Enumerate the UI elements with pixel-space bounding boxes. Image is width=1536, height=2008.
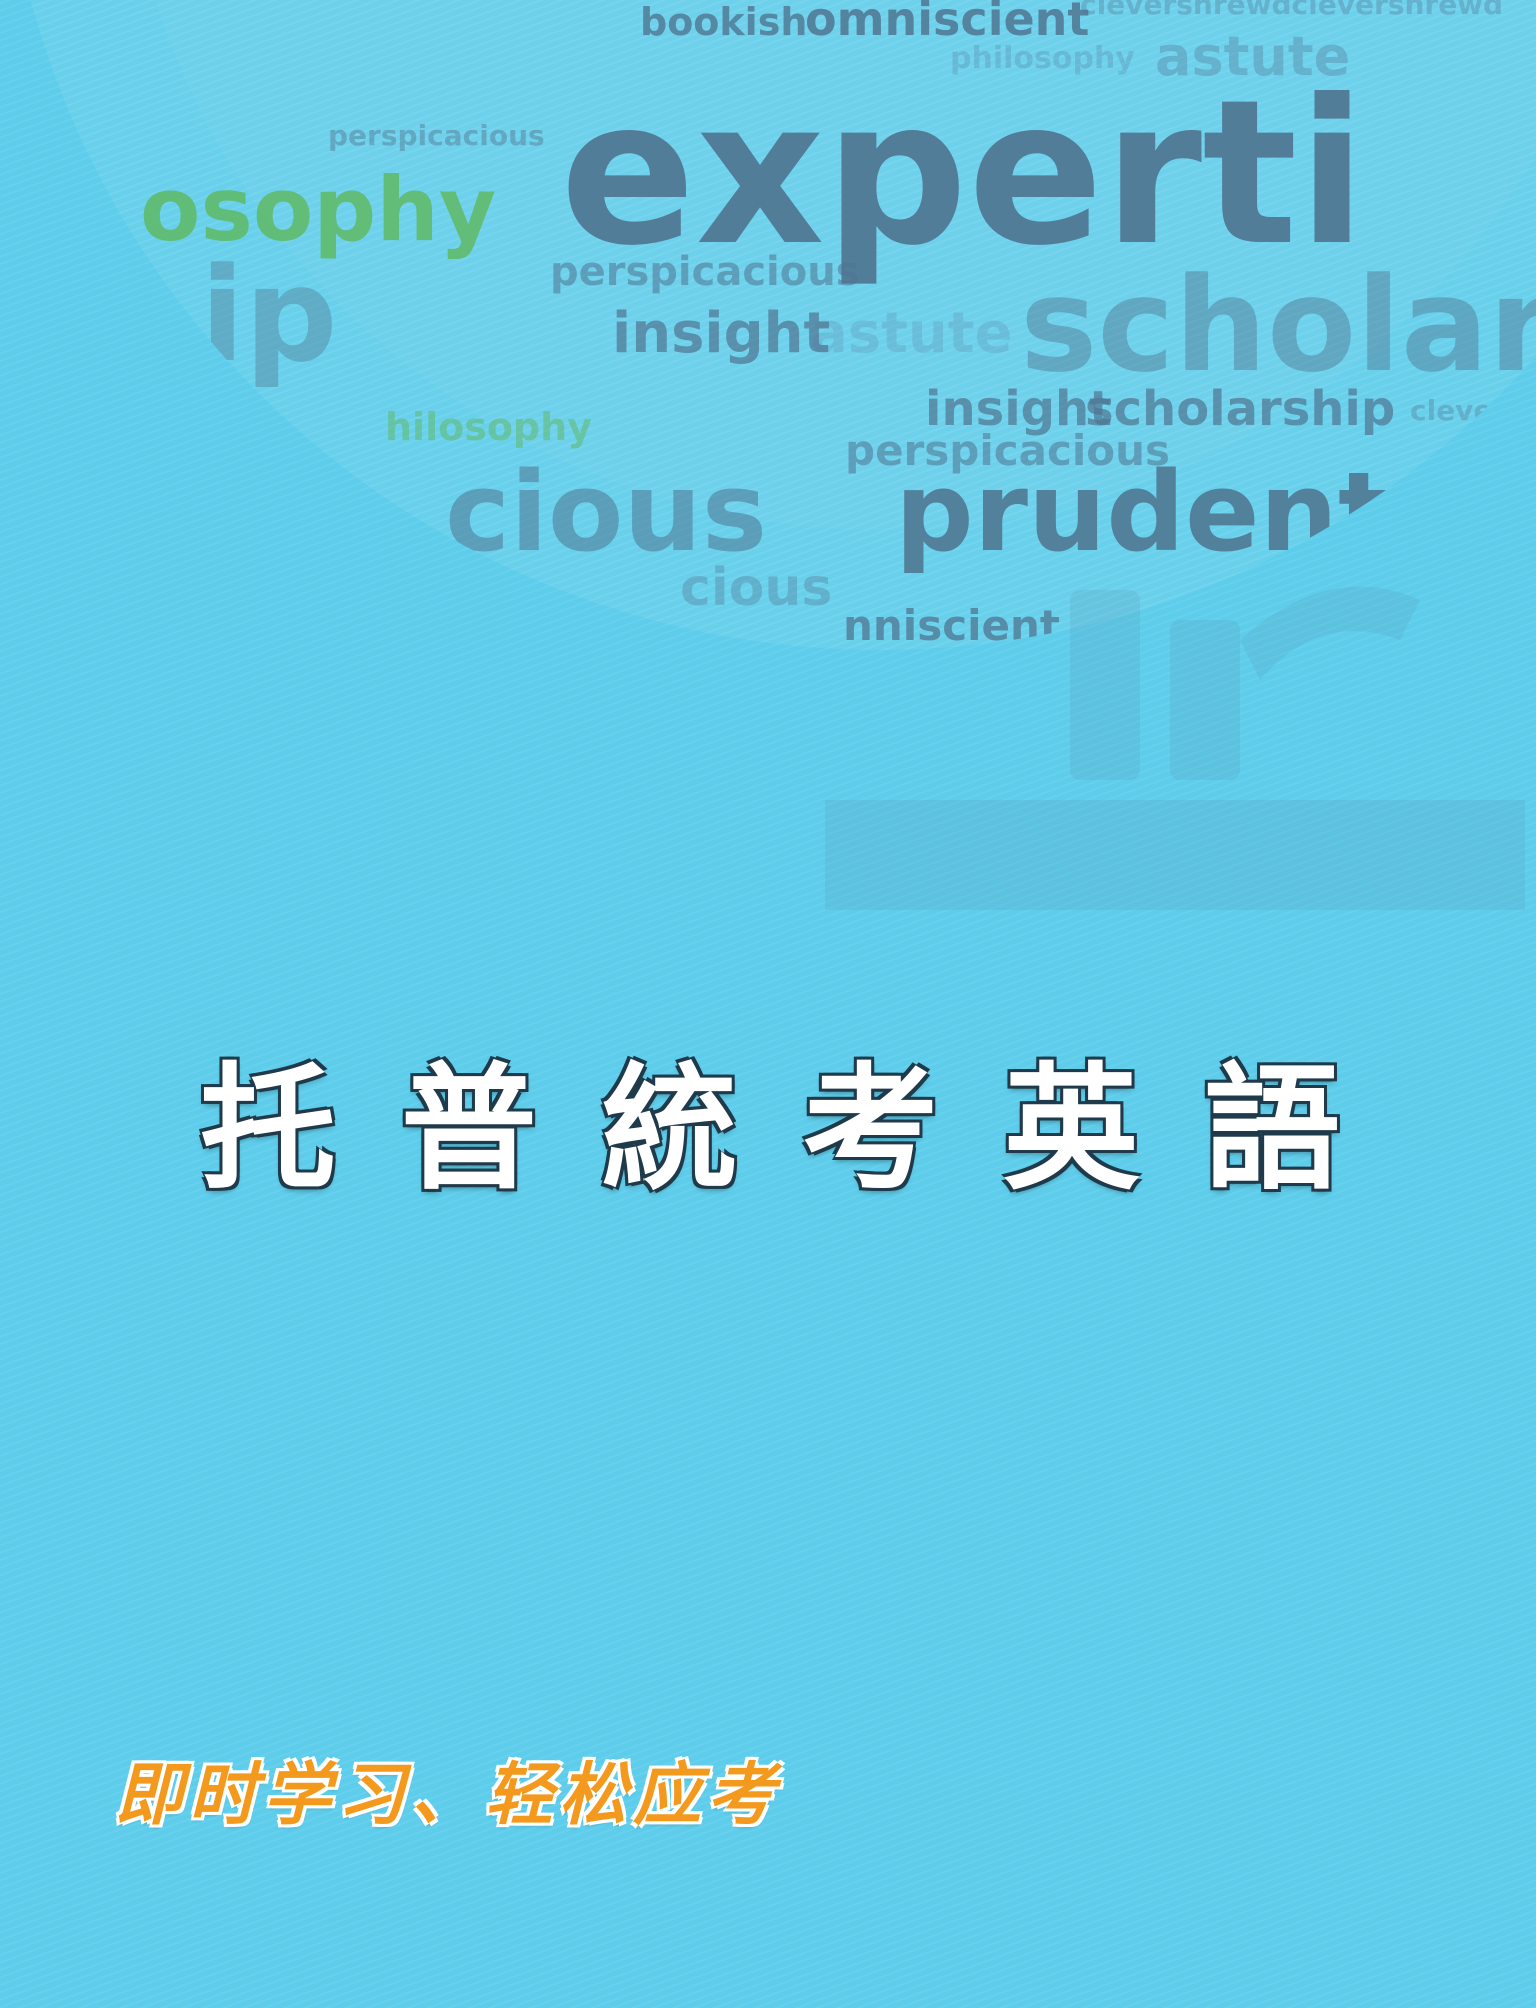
title-char: 英: [1003, 1051, 1140, 1209]
cloud-word-scholarship: scholar: [1020, 249, 1536, 401]
cloud-word-nniscient: nniscient: [843, 601, 1060, 650]
title-char: 語: [1203, 1051, 1340, 1209]
cloud-word-clevers: clevers: [1410, 394, 1523, 427]
title-char: 考: [802, 1051, 939, 1209]
cloud-word-perspicacious: perspicacious: [328, 119, 545, 152]
cloud-word-cious: cious: [445, 448, 767, 576]
cloud-word-perspicacious-2: perspicacious: [550, 249, 860, 295]
page-title: 托 普 統 考 英 語: [200, 1050, 1340, 1210]
cloud-word-omniscient: omniscient: [805, 0, 1089, 46]
cloud-word-philosophy-2: hilosophy: [385, 405, 592, 449]
title-char: 普: [400, 1051, 537, 1209]
cloud-word-insight: insight: [612, 301, 830, 366]
cloud-word-cle: cle: [1482, 429, 1536, 469]
cloud-word-ship: ip: [200, 239, 338, 391]
cloud-word-prudent: prudent: [895, 448, 1391, 576]
cloud-word-cious-2: cious: [680, 558, 832, 618]
word-cloud-circle: bookish omniscient clevershrewdclevershr…: [0, 0, 1536, 1000]
title-char: 托: [200, 1051, 336, 1209]
cloud-word-astute-2: astute: [810, 301, 1013, 366]
title-char: 統: [601, 1051, 738, 1209]
cloud-word-bookish: bookish: [640, 0, 807, 44]
slogan: 即时学习、轻松应考: [115, 1755, 782, 1835]
cloud-word-clevershrewd: clevershrewdclevershrewd: [1080, 0, 1503, 21]
